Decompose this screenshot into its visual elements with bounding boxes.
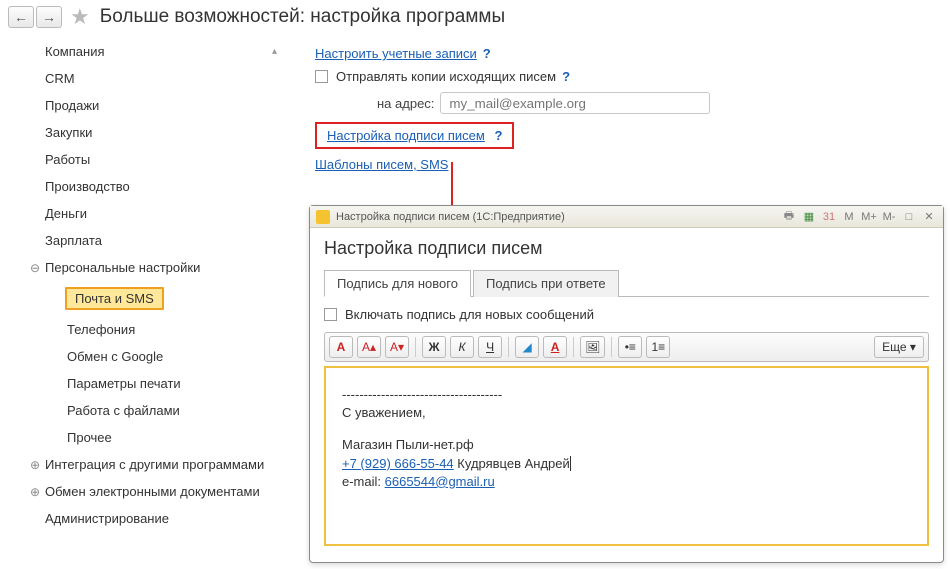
help-icon[interactable]: ? [562, 69, 570, 84]
font-decrease-button[interactable]: A▾ [385, 336, 409, 358]
signature-phone-link[interactable]: +7 (929) 666-55-44 [342, 456, 454, 471]
italic-button[interactable]: К [450, 336, 474, 358]
dialog-window-title: Настройка подписи писем (1С:Предприятие) [336, 211, 565, 223]
sidebar-item-purchases[interactable]: Закупки [25, 119, 295, 146]
bullet-list-button[interactable]: •≡ [618, 336, 642, 358]
tab-reply-signature[interactable]: Подпись при ответе [473, 270, 619, 297]
include-signature-label: Включать подпись для новых сообщений [345, 307, 594, 322]
nav-forward-button[interactable]: → [36, 6, 62, 28]
templates-link[interactable]: Шаблоны писем, SMS [315, 157, 448, 172]
maximize-icon[interactable]: □ [901, 209, 917, 225]
send-copies-checkbox[interactable] [315, 70, 328, 83]
signature-dialog: Настройка подписи писем (1С:Предприятие)… [309, 205, 944, 563]
dialog-heading: Настройка подписи писем [324, 238, 929, 259]
underline-button[interactable]: Ч [478, 336, 502, 358]
close-icon[interactable]: ✕ [921, 209, 937, 225]
font-button[interactable]: A [329, 336, 353, 358]
signature-divider: ------------------------------------- [342, 386, 911, 404]
sidebar-item-salary[interactable]: Зарплата [25, 227, 295, 254]
sidebar-item-edoc[interactable]: ⊕Обмен электронными документами [25, 478, 295, 505]
star-icon[interactable]: ★ [70, 4, 90, 30]
sidebar-item-other[interactable]: Прочее [25, 424, 295, 451]
sidebar-item-google[interactable]: Обмен с Google [25, 343, 295, 370]
sidebar-item-works[interactable]: Работы [25, 146, 295, 173]
expand-plus-icon[interactable]: ⊕ [27, 485, 43, 499]
expand-plus-icon[interactable]: ⊕ [27, 458, 43, 472]
send-copies-label: Отправлять копии исходящих писем [336, 69, 556, 84]
sidebar-item-money[interactable]: Деньги [25, 200, 295, 227]
signature-company: Магазин Пыли-нет.рф [342, 436, 911, 454]
bold-button[interactable]: Ж [422, 336, 446, 358]
page-title: Больше возможностей: настройка программы [100, 6, 505, 28]
collapse-icon[interactable]: ▴ [272, 46, 277, 57]
address-input[interactable] [440, 92, 710, 114]
address-label: на адрес: [377, 96, 434, 111]
m-button[interactable]: M [841, 209, 857, 225]
nav-back-button[interactable]: ← [8, 6, 34, 28]
sidebar-item-integration[interactable]: ⊕Интеграция с другими программами [25, 451, 295, 478]
number-list-button[interactable]: 1≡ [646, 336, 670, 358]
help-icon[interactable]: ? [483, 46, 491, 61]
sidebar-item-sales[interactable]: Продажи [25, 92, 295, 119]
highlight-button[interactable]: ◢ [515, 336, 539, 358]
app-1c-icon [316, 210, 330, 224]
signature-email-link[interactable]: 6665544@gmail.ru [385, 474, 495, 489]
font-increase-button[interactable]: A▴ [357, 336, 381, 358]
sidebar-item-files[interactable]: Работа с файлами [25, 397, 295, 424]
m-minus-button[interactable]: M- [881, 209, 897, 225]
configure-accounts-link[interactable]: Настроить учетные записи [315, 46, 477, 61]
insert-image-button[interactable]: 🖼 [580, 336, 605, 358]
font-color-button[interactable]: A [543, 336, 567, 358]
sidebar-item-crm[interactable]: CRM [25, 65, 295, 92]
sidebar: Компания▴ CRM Продажи Закупки Работы Про… [0, 38, 295, 532]
help-icon[interactable]: ? [494, 128, 502, 143]
signature-editor[interactable]: ------------------------------------- С … [324, 366, 929, 546]
signature-email-label: e-mail: [342, 474, 381, 489]
calendar-icon[interactable]: 31 [821, 209, 837, 225]
m-plus-button[interactable]: M+ [861, 209, 877, 225]
include-signature-checkbox[interactable] [324, 308, 337, 321]
collapse-minus-icon[interactable]: ⊖ [27, 261, 43, 275]
tab-new-signature[interactable]: Подпись для нового [324, 270, 471, 297]
more-button[interactable]: Еще ▾ [874, 336, 924, 358]
sidebar-item-company[interactable]: Компания▴ [25, 38, 295, 65]
sidebar-item-print[interactable]: Параметры печати [25, 370, 295, 397]
dialog-titlebar[interactable]: Настройка подписи писем (1С:Предприятие)… [310, 206, 943, 228]
editor-toolbar: A A▴ A▾ Ж К Ч ◢ A 🖼 •≡ 1≡ Еще ▾ [324, 332, 929, 362]
sidebar-item-telephony[interactable]: Телефония [25, 316, 295, 343]
sidebar-item-personal[interactable]: ⊖Персональные настройки [25, 254, 295, 281]
sidebar-item-production[interactable]: Производство [25, 173, 295, 200]
signature-greeting: С уважением, [342, 404, 911, 422]
sidebar-item-admin[interactable]: Администрирование [25, 505, 295, 532]
print-icon[interactable]: 🖶 [781, 209, 797, 225]
signature-settings-link[interactable]: Настройка подписи писем [327, 128, 485, 143]
calendar-green-icon[interactable]: ▦ [801, 209, 817, 225]
sidebar-item-mail-sms[interactable]: Почта и SMS [25, 281, 295, 316]
signature-name: Кудрявцев Андрей [457, 456, 570, 471]
